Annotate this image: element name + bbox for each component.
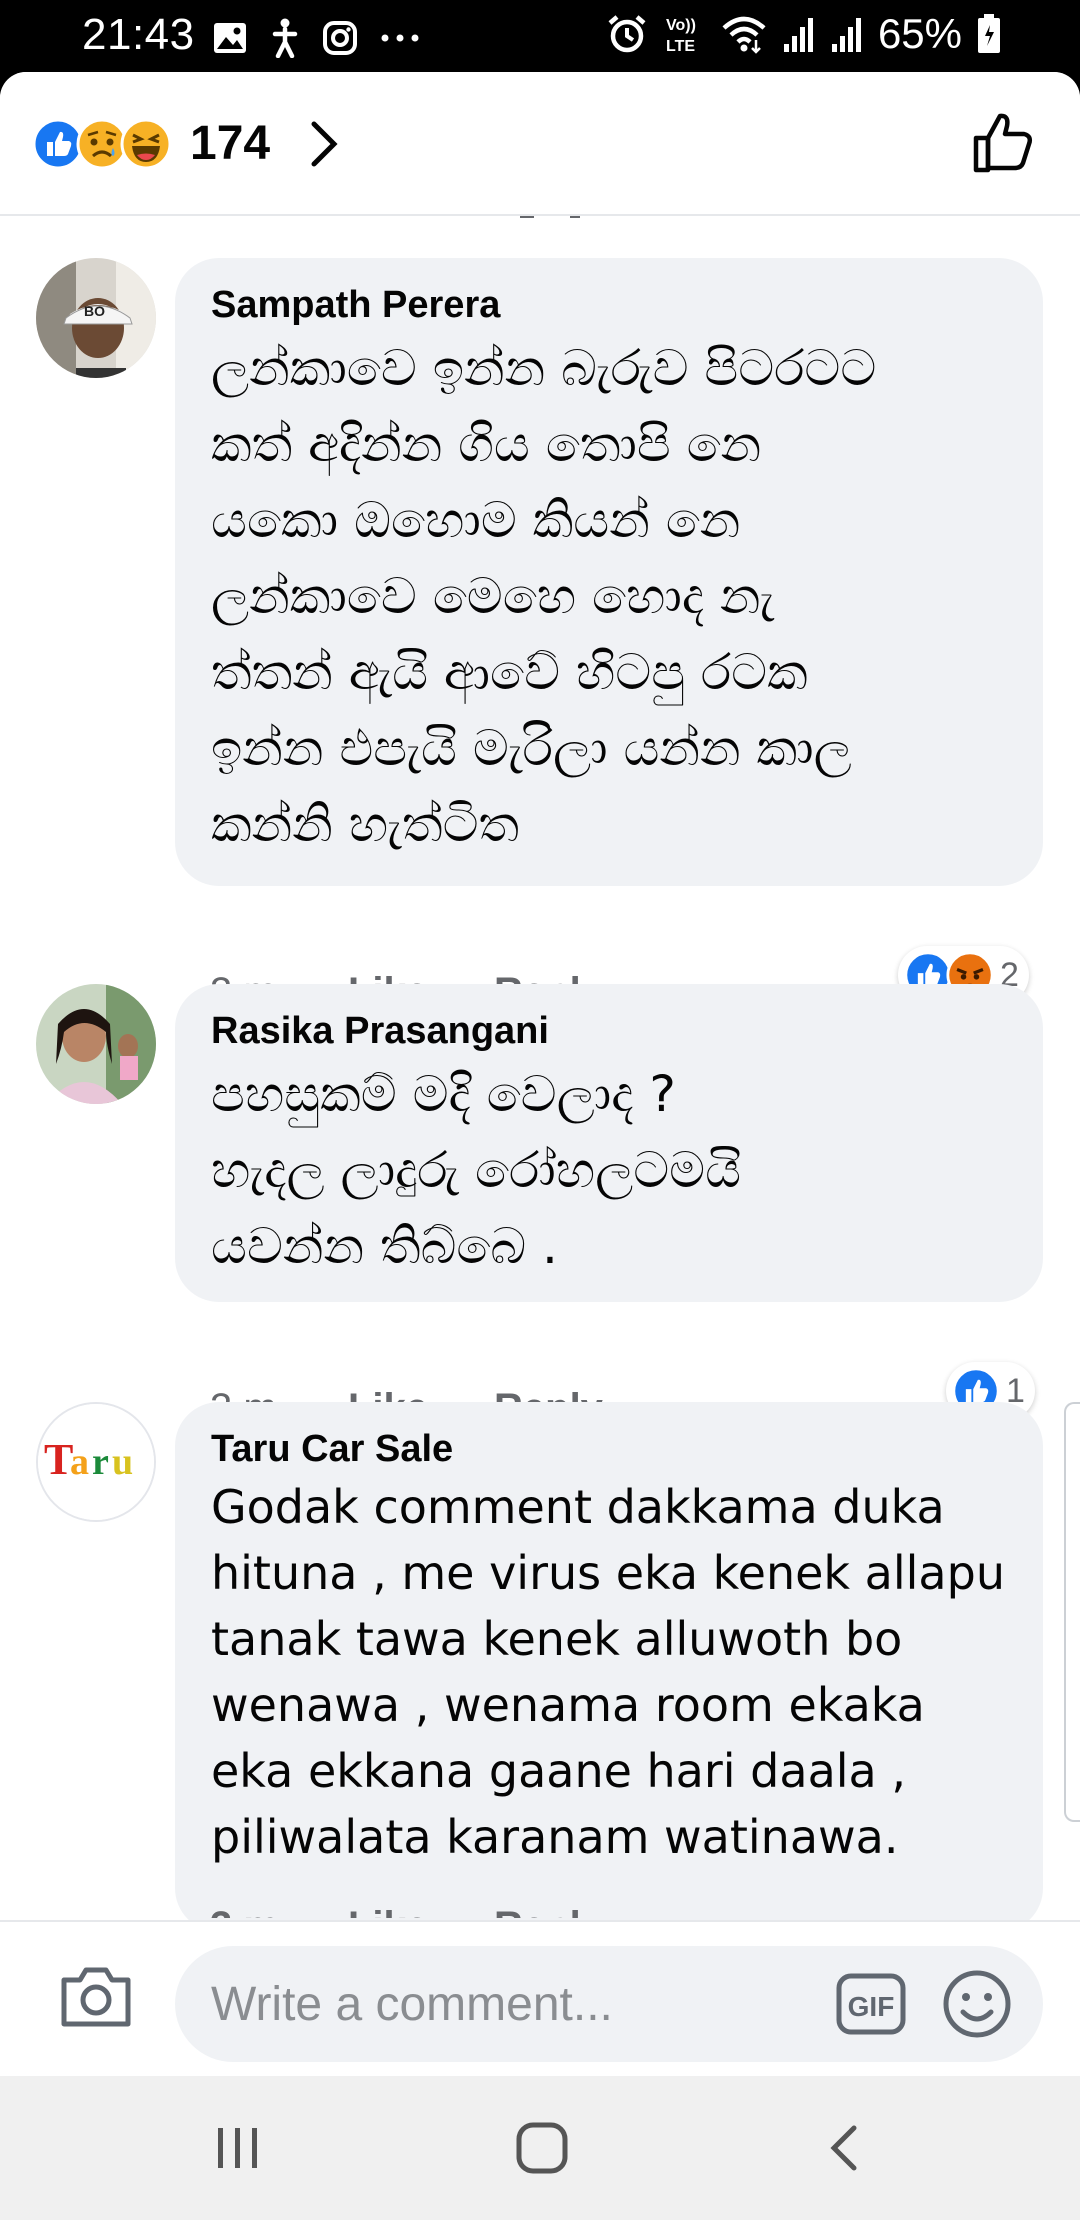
recent-apps-icon[interactable]: [212, 2122, 264, 2174]
svg-text:u: u: [112, 1441, 133, 1483]
svg-text:Vo)): Vo)): [666, 17, 696, 34]
back-icon[interactable]: [822, 2122, 866, 2174]
gif-icon[interactable]: GIF: [835, 1972, 907, 2036]
svg-text:BO: BO: [84, 303, 105, 319]
svg-text:a: a: [70, 1441, 89, 1483]
scrollbar[interactable]: [1064, 1402, 1080, 1822]
thumbs-up-icon[interactable]: [970, 110, 1036, 176]
comment-text: Godak comment dakkama duka hituna , me v…: [211, 1480, 1005, 1864]
comment-composer: GIF: [0, 1920, 1080, 2076]
instagram-icon: [323, 21, 357, 55]
status-bar: 21:43 Vo)) LTE 65%: [0, 0, 1080, 72]
volte-icon: Vo)) LTE: [666, 17, 696, 55]
signal-icon: [783, 18, 813, 52]
comment-bubble[interactable]: Taru Car Sale Godak comment dakkama duka…: [175, 1402, 1043, 1932]
more-dots-icon: [381, 34, 419, 42]
status-time: 21:43: [82, 10, 195, 59]
home-icon[interactable]: [514, 2120, 570, 2176]
chevron-right-icon[interactable]: [304, 118, 344, 170]
wifi-icon: [722, 16, 766, 54]
avatar-photo: BO: [36, 258, 156, 378]
avatar[interactable]: Taru: [36, 1402, 156, 1522]
cutoff-previous-reply: [0, 216, 1080, 230]
svg-text:LTE: LTE: [666, 38, 695, 55]
camera-icon[interactable]: [58, 1962, 134, 2032]
comment-bubble[interactable]: Rasika Prasangani පහසුකම් මදි වෙලාද ? හැ…: [175, 984, 1043, 1302]
gallery-icon: [214, 23, 246, 53]
reactions-header: 174: [0, 72, 1080, 216]
haha-reaction-icon: [120, 118, 172, 170]
battery-icon: [978, 14, 1000, 53]
comment-input-wrapper: GIF: [175, 1946, 1043, 2062]
avatar-logo: Ta r u: [38, 1404, 154, 1520]
alarm-icon: [608, 15, 646, 53]
battery-percent: 65%: [877, 10, 962, 57]
system-nav-bar: [0, 2076, 1080, 2220]
comment-author[interactable]: Rasika Prasangani: [211, 1006, 1007, 1056]
status-right-icons: Vo)) LTE 65%: [606, 10, 1002, 58]
comment-text: ලන්කාවෙ ඉන්න බැරුව පිටරටට කත් අදින්න ගිය…: [211, 339, 877, 853]
comment-input[interactable]: [211, 1972, 771, 2036]
comments-sheet: 174 BO Sampath Perera ලන්කාවෙ ඉන්න බැරුව…: [0, 72, 1080, 2076]
accessibility-icon: [272, 18, 298, 58]
reaction-summary[interactable]: [32, 118, 182, 170]
avatar[interactable]: BO: [36, 258, 156, 378]
comment-text: පහසුකම් මදි වෙලාද ? හැදල ලාදුරු රෝහලටමයි…: [211, 1065, 742, 1275]
svg-text:r: r: [92, 1441, 109, 1483]
gif-label: GIF: [848, 1991, 895, 2022]
status-left-icons: [212, 18, 420, 58]
avatar[interactable]: [36, 984, 156, 1104]
svg-text:T: T: [44, 1435, 73, 1484]
cutoff-comment-actions: 3 mLikeReply: [210, 1904, 603, 1918]
comment-author[interactable]: Taru Car Sale: [211, 1424, 1007, 1474]
comment-author[interactable]: Sampath Perera: [211, 280, 1007, 330]
signal-icon: [831, 18, 861, 52]
avatar-photo: [36, 984, 156, 1104]
reaction-count[interactable]: 174: [190, 116, 270, 171]
emoji-icon[interactable]: [941, 1968, 1013, 2040]
comment-bubble[interactable]: Sampath Perera ලන්කාවෙ ඉන්න බැරුව පිටරටට…: [175, 258, 1043, 886]
